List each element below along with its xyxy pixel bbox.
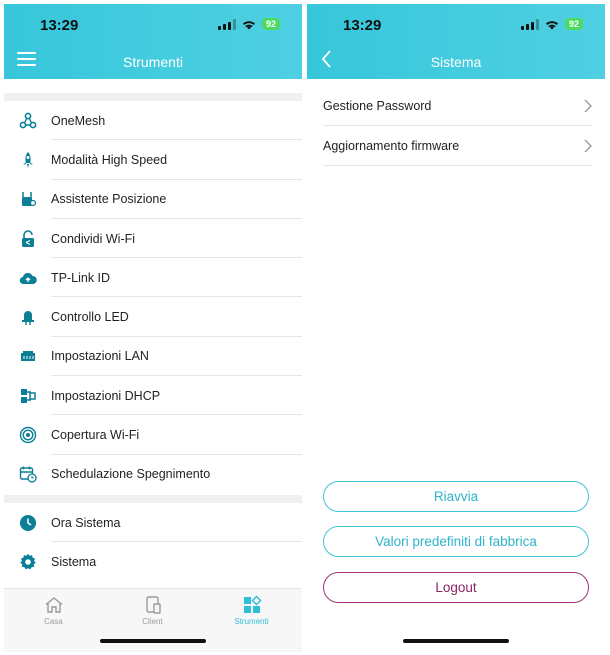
list-item-shutdown-schedule[interactable]: Schedulazione Spegnimento (4, 455, 302, 494)
tools-icon (243, 595, 262, 613)
header: 13:29 92 Strumenti (4, 4, 302, 79)
clock-icon (19, 514, 36, 531)
list-item-label: Assistente Posizione (51, 192, 167, 207)
row-label: Gestione Password (323, 98, 432, 113)
list-item-dhcp-settings[interactable]: Impostazioni DHCP (4, 376, 302, 416)
tab-label: Client (142, 617, 163, 626)
devices-icon (145, 596, 161, 614)
row-password-management[interactable]: Gestione Password (323, 86, 593, 126)
tab-tools[interactable]: Strumenti (202, 595, 301, 626)
wifi-icon (242, 20, 255, 29)
cloud-icon (19, 272, 37, 284)
share-lock-icon (21, 229, 34, 247)
rocket-icon (22, 151, 33, 168)
tab-label: Casa (44, 617, 63, 626)
status-icons: 92 (217, 18, 280, 30)
tools-screen: 13:29 92 Strumenti OneMesh Modalità High… (4, 4, 302, 652)
location-router-icon (21, 192, 36, 207)
list-item-tplink-id[interactable]: TP-Link ID (4, 258, 302, 298)
tab-home[interactable]: Casa (4, 595, 103, 626)
list-item-position-assistant[interactable]: Assistente Posizione (4, 180, 302, 220)
list-item-label: OneMesh (51, 113, 106, 128)
tools-list: OneMesh Modalità High Speed Assistente P… (4, 101, 302, 494)
list-item-label: TP-Link ID (51, 270, 111, 285)
schedule-icon (19, 466, 37, 483)
chevron-right-icon (584, 139, 592, 152)
section-divider (4, 93, 302, 101)
home-icon (45, 597, 62, 613)
status-time: 13:29 (40, 17, 79, 34)
list-item-label: Controllo LED (51, 310, 129, 325)
section-divider (4, 495, 302, 503)
list-item-label: Modalità High Speed (51, 152, 168, 167)
list-item-label: Condividi Wi-Fi (51, 231, 136, 246)
signal-icon (520, 18, 539, 30)
tab-bar: Casa Client Strumenti (4, 588, 302, 652)
list-item-system[interactable]: Sistema (4, 542, 302, 581)
row-label: Aggiornamento firmware (323, 138, 460, 153)
factory-reset-button[interactable]: Valori predefiniti di fabbrica (323, 526, 589, 557)
list-item-lan-settings[interactable]: Impostazioni LAN (4, 337, 302, 377)
gear-icon (19, 553, 36, 570)
lan-icon (20, 351, 35, 362)
list-item-label: Sistema (51, 554, 97, 569)
list-item-onemesh[interactable]: OneMesh (4, 101, 302, 141)
led-icon (21, 311, 34, 326)
reboot-button[interactable]: Riavvia (323, 481, 589, 512)
home-indicator (403, 639, 509, 643)
tab-client[interactable]: Client (103, 595, 202, 626)
tab-label: Strumenti (234, 617, 269, 626)
list-item-high-speed[interactable]: Modalità High Speed (4, 140, 302, 180)
status-time: 13:29 (343, 17, 382, 34)
system-list: Ora Sistema Sistema (4, 503, 302, 582)
page-title: Strumenti (123, 54, 183, 70)
wifi-icon (545, 20, 558, 29)
battery-badge: 92 (564, 18, 583, 30)
list-item-led-control[interactable]: Controllo LED (4, 297, 302, 338)
list-item-label: Impostazioni LAN (51, 349, 149, 364)
list-item-label: Impostazioni DHCP (51, 388, 161, 403)
system-screen: 13:29 92 Sistema Gestione Password Aggio… (307, 4, 605, 652)
battery-badge: 92 (261, 18, 280, 30)
logout-button[interactable]: Logout (323, 572, 589, 603)
list-item-system-time[interactable]: Ora Sistema (4, 503, 302, 543)
status-icons: 92 (520, 18, 583, 30)
list-item-label: Ora Sistema (51, 515, 121, 530)
chevron-right-icon (584, 99, 592, 112)
list-item-wifi-coverage[interactable]: Copertura Wi-Fi (4, 415, 302, 455)
list-item-label: Schedulazione Spegnimento (51, 467, 211, 482)
coverage-icon (19, 426, 36, 444)
list-item-label: Copertura Wi-Fi (51, 428, 140, 443)
header: 13:29 92 Sistema (307, 4, 605, 79)
page-title: Sistema (430, 54, 482, 70)
mesh-icon (19, 112, 36, 129)
signal-icon (217, 18, 236, 30)
row-firmware-update[interactable]: Aggiornamento firmware (323, 126, 593, 166)
dhcp-icon (20, 388, 36, 403)
home-indicator (100, 639, 206, 643)
list-item-share-wifi[interactable]: Condividi Wi-Fi (4, 219, 302, 259)
